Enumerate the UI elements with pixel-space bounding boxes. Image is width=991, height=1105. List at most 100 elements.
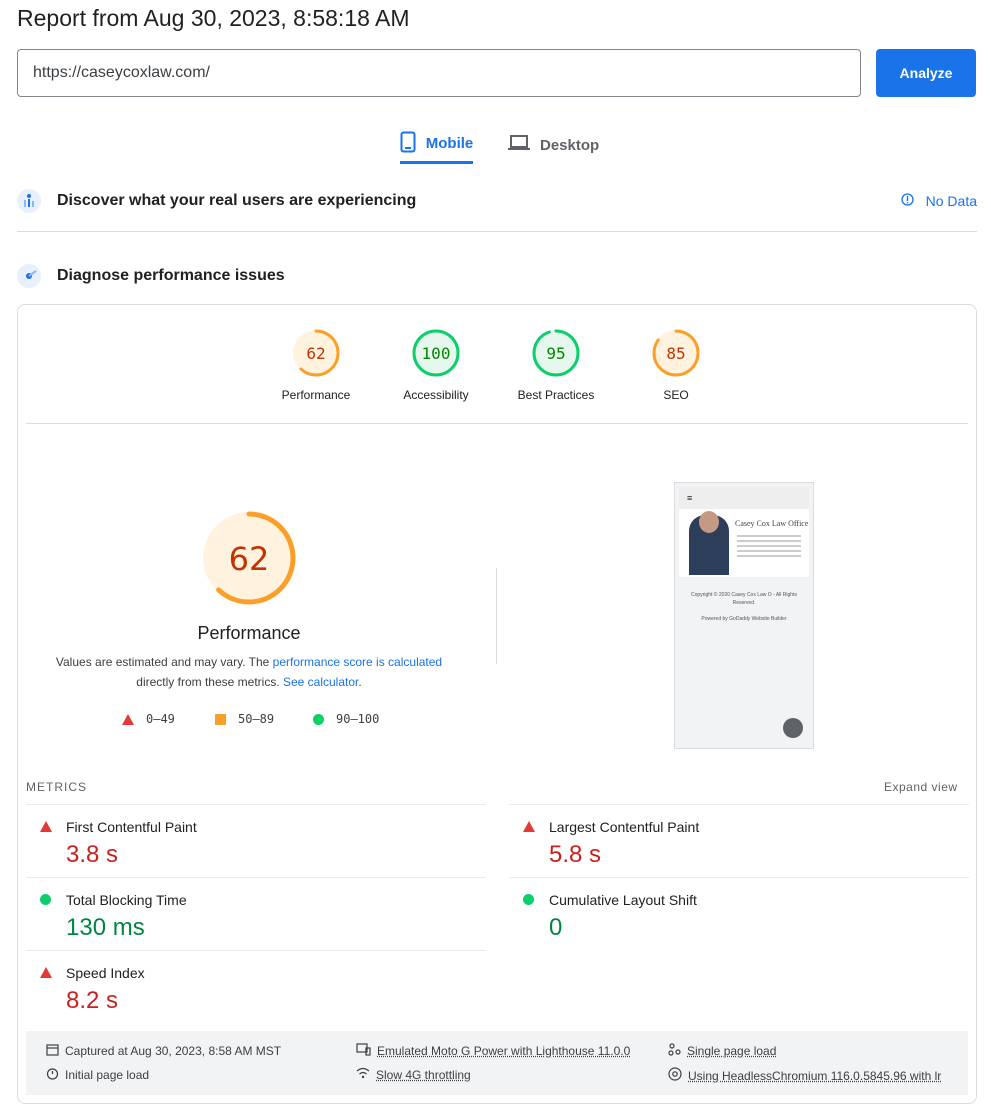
metric-value: 3.8 s bbox=[66, 841, 119, 868]
browser-version[interactable]: Using HeadlessChromium 116.0.5845.96 wit… bbox=[668, 1067, 941, 1084]
diagnose-section: Diagnose performance issues bbox=[17, 263, 977, 289]
page-screenshot[interactable]: ≡ Casey Cox Law Office Copyright © 2020 … bbox=[674, 482, 814, 749]
metric-name: Largest Contentful Paint bbox=[549, 819, 700, 835]
info-icon bbox=[900, 193, 914, 209]
fail-triangle-icon bbox=[40, 821, 52, 832]
score-gauge-seo[interactable]: 85 SEO bbox=[616, 328, 736, 402]
single-load-text: Single page load bbox=[687, 1044, 777, 1058]
score-gauge-accessibility[interactable]: 100 Accessibility bbox=[376, 328, 496, 402]
gauge-score: 62 bbox=[306, 344, 325, 363]
metric-cls: Cumulative Layout Shift 0 bbox=[509, 877, 969, 950]
pass-circle-icon bbox=[40, 894, 51, 905]
legend-average-label: 50–89 bbox=[238, 712, 275, 726]
tab-desktop[interactable]: Desktop bbox=[508, 126, 599, 164]
tab-mobile-label: Mobile bbox=[425, 135, 474, 152]
report-title: Report from Aug 30, 2023, 8:58:18 AM bbox=[17, 5, 410, 31]
initial-load: Initial page load bbox=[46, 1067, 149, 1083]
nodes-icon bbox=[668, 1043, 681, 1059]
expand-view-button[interactable]: Expand view bbox=[884, 780, 958, 794]
screenshot-powered: Powered by GoDaddy Website Builder bbox=[701, 616, 787, 622]
metric-name: First Contentful Paint bbox=[66, 819, 197, 835]
screenshot-text-lines bbox=[737, 535, 801, 560]
runtime-settings: Captured at Aug 30, 2023, 8:58 AM MST In… bbox=[26, 1031, 968, 1095]
users-chart-icon bbox=[17, 189, 41, 213]
mobile-icon bbox=[400, 131, 416, 157]
average-square-icon bbox=[215, 713, 226, 725]
wifi-icon bbox=[356, 1067, 370, 1082]
chat-bubble-icon bbox=[783, 718, 803, 738]
fail-triangle-icon bbox=[40, 967, 52, 978]
initial-load-text: Initial page load bbox=[65, 1068, 150, 1082]
fail-triangle-icon bbox=[523, 821, 535, 832]
calendar-icon bbox=[46, 1043, 59, 1059]
metric-value: 130 ms bbox=[66, 914, 145, 941]
gauge-label: Performance bbox=[281, 388, 351, 402]
gauge-label: Accessibility bbox=[403, 388, 469, 402]
legend-fail: 0–49 bbox=[122, 712, 175, 726]
metric-tbt: Total Blocking Time 130 ms bbox=[26, 877, 486, 950]
desc-text-3: . bbox=[358, 675, 362, 689]
fail-triangle-icon bbox=[122, 713, 134, 725]
score-gauge-performance[interactable]: 62 Performance bbox=[256, 328, 376, 402]
crux-section: Discover what your real users are experi… bbox=[17, 188, 977, 214]
screenshot-brand: Casey Cox Law Office bbox=[735, 519, 809, 528]
performance-big-score: 62 bbox=[229, 540, 270, 578]
legend-fail-label: 0–49 bbox=[146, 712, 175, 726]
metric-lcp: Largest Contentful Paint 5.8 s bbox=[509, 804, 969, 877]
tab-desktop-label: Desktop bbox=[540, 136, 600, 154]
gauge-ring: 100 bbox=[412, 329, 460, 377]
screenshot-menu-icon: ≡ bbox=[679, 487, 809, 509]
screenshot-copyright: Copyright © 2020 Casey Cox Law O - All R… bbox=[691, 592, 797, 606]
pass-circle-icon bbox=[313, 713, 324, 725]
desktop-icon bbox=[508, 134, 530, 156]
score-gauge-best-practices[interactable]: 95 Best Practices bbox=[496, 328, 616, 402]
url-input[interactable]: https://caseycoxlaw.com/ bbox=[17, 49, 861, 97]
metric-value: 0 bbox=[549, 914, 563, 941]
timer-icon bbox=[46, 1067, 59, 1083]
crux-status[interactable]: No Data bbox=[900, 193, 977, 209]
metric-si: Speed Index 8.2 s bbox=[26, 950, 486, 1023]
metric-name: Cumulative Layout Shift bbox=[549, 892, 697, 908]
crux-title: Discover what your real users are experi… bbox=[57, 192, 417, 209]
score-calculated-link[interactable]: performance score is calculated bbox=[273, 655, 442, 669]
performance-summary: 62 Performance Values are estimated and … bbox=[26, 508, 472, 692]
captured-text: Captured at Aug 30, 2023, 8:58 AM MST bbox=[65, 1044, 282, 1058]
performance-big-gauge: 62 bbox=[202, 511, 296, 605]
single-page-load[interactable]: Single page load bbox=[668, 1043, 776, 1059]
gauge-score: 95 bbox=[546, 344, 565, 363]
diagnose-title: Diagnose performance issues bbox=[57, 267, 285, 284]
legend-pass: 90–100 bbox=[313, 712, 379, 726]
performance-description: Values are estimated and may vary. The p… bbox=[26, 652, 472, 692]
devices-icon bbox=[356, 1043, 371, 1059]
metric-name: Speed Index bbox=[66, 965, 145, 981]
divider bbox=[17, 231, 977, 232]
vertical-divider bbox=[496, 568, 497, 664]
network-throttling[interactable]: Slow 4G throttling bbox=[356, 1067, 471, 1082]
throttling-text: Slow 4G throttling bbox=[376, 1067, 471, 1082]
tab-mobile[interactable]: Mobile bbox=[400, 126, 473, 164]
chrome-icon bbox=[668, 1067, 682, 1084]
desc-text-2: directly from these metrics. bbox=[136, 675, 283, 689]
gauge-label: SEO bbox=[663, 388, 689, 402]
desc-text-1: Values are estimated and may vary. The bbox=[55, 655, 273, 669]
gauge-ring: 62 bbox=[292, 329, 340, 377]
analyze-button[interactable]: Analyze bbox=[876, 49, 976, 97]
metrics-heading: METRICS bbox=[26, 780, 87, 794]
gauge-ring: 85 bbox=[652, 329, 700, 377]
gauge-score: 100 bbox=[422, 344, 451, 363]
metric-value: 8.2 s bbox=[66, 987, 119, 1014]
screenshot-hero: Casey Cox Law Office bbox=[679, 509, 809, 577]
gauges-divider bbox=[26, 423, 968, 424]
performance-big-title: Performance bbox=[197, 623, 301, 643]
legend-average: 50–89 bbox=[215, 712, 274, 726]
emulated-text: Emulated Moto G Power with Lighthouse 11… bbox=[377, 1044, 631, 1058]
captured-at: Captured at Aug 30, 2023, 8:58 AM MST bbox=[46, 1043, 281, 1059]
browser-text: Using HeadlessChromium 116.0.5845.96 wit… bbox=[688, 1068, 942, 1083]
metric-name: Total Blocking Time bbox=[66, 892, 187, 908]
lighthouse-icon bbox=[17, 264, 41, 288]
no-data-label: No Data bbox=[925, 193, 977, 209]
gauge-ring: 95 bbox=[532, 329, 580, 377]
see-calculator-link[interactable]: See calculator bbox=[283, 675, 358, 689]
emulated-device[interactable]: Emulated Moto G Power with Lighthouse 11… bbox=[356, 1043, 630, 1059]
gauge-score: 85 bbox=[666, 344, 685, 363]
